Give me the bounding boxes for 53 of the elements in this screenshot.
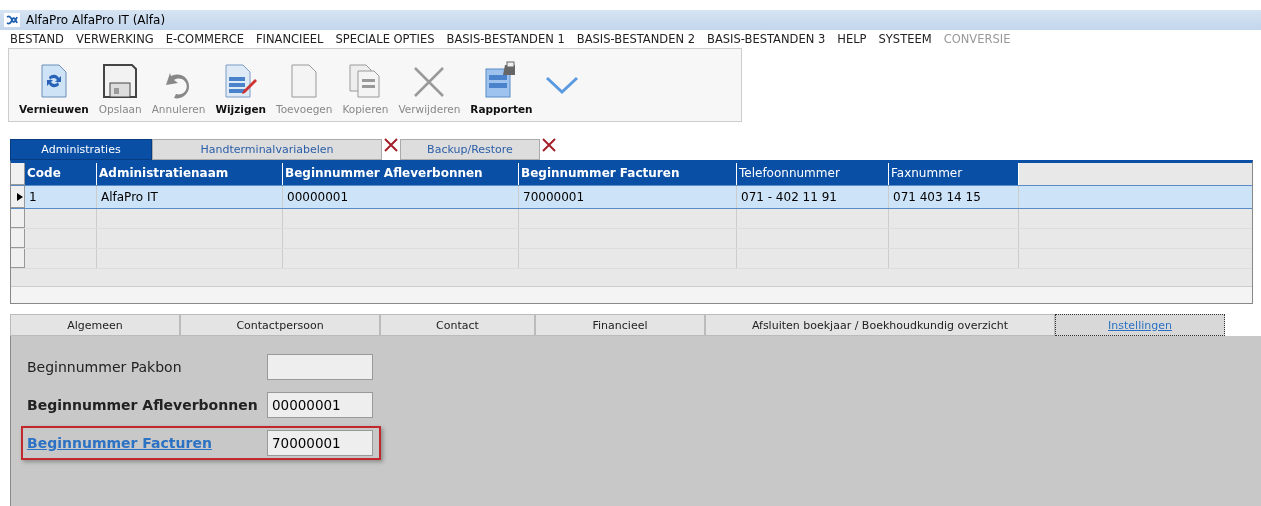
chevron-down-icon[interactable] bbox=[544, 75, 579, 95]
field-label: Beginnummer Afleverbonnen bbox=[27, 397, 259, 413]
menu-item[interactable]: VERWERKING bbox=[69, 32, 160, 46]
horizontal-scrollbar[interactable] bbox=[11, 286, 1252, 303]
column-header[interactable]: Beginnummer Afleverbonnen bbox=[283, 163, 519, 185]
blank-page-icon bbox=[289, 63, 320, 99]
menu-item[interactable]: FINANCIEEL bbox=[250, 32, 330, 46]
refresh-icon bbox=[38, 63, 69, 99]
table-cell: 071 403 14 15 bbox=[889, 186, 1019, 208]
input-field[interactable] bbox=[267, 354, 373, 380]
tab[interactable]: Afsluiten boekjaar / Boekhoudkundig overzicht bbox=[705, 314, 1055, 336]
row-header[interactable] bbox=[11, 186, 25, 208]
tab[interactable]: Algemeen bbox=[10, 314, 180, 336]
tab[interactable]: Instellingen bbox=[1055, 314, 1225, 336]
menu-item[interactable]: BASIS-BESTANDEN 3 bbox=[701, 32, 832, 46]
toolbar-button[interactable]: Vernieuwen bbox=[15, 57, 93, 121]
table-cell: 00000001 bbox=[283, 186, 519, 208]
input-field[interactable]: 00000001 bbox=[267, 392, 373, 418]
toolbar-button[interactable]: Rapporten bbox=[466, 57, 537, 121]
field-label: Beginnummer Pakbon bbox=[27, 359, 183, 375]
edit-document-icon bbox=[222, 63, 259, 99]
column-header[interactable]: Administratienaam bbox=[97, 163, 283, 185]
copy-pages-icon bbox=[348, 63, 383, 99]
tab[interactable]: Contactpersoon bbox=[180, 314, 380, 336]
tab[interactable]: Administraties bbox=[10, 139, 152, 160]
tab[interactable]: Contact bbox=[380, 314, 535, 336]
row-pointer-icon bbox=[17, 193, 23, 201]
tab[interactable]: Financieel bbox=[535, 314, 705, 336]
cross-icon bbox=[412, 65, 447, 99]
close-icon[interactable] bbox=[382, 136, 400, 154]
column-header[interactable]: Faxnummer bbox=[889, 163, 1019, 185]
table-cell: 071 - 402 11 91 bbox=[737, 186, 889, 208]
menu-item[interactable]: E-COMMERCE bbox=[159, 32, 250, 46]
menu-item[interactable]: SYSTEEM bbox=[872, 32, 938, 46]
window-title: AlfaPro AlfaPro IT (Alfa) bbox=[26, 13, 166, 27]
column-header[interactable]: Telefoonnummer bbox=[737, 163, 889, 185]
menu-item[interactable]: HELP bbox=[831, 32, 873, 46]
table-cell: 70000001 bbox=[519, 186, 737, 208]
menu-item[interactable]: BASIS-BESTANDEN 2 bbox=[570, 32, 702, 46]
input-field[interactable]: 70000001 bbox=[267, 430, 373, 456]
toolbar-button[interactable]: Wijzigen bbox=[211, 57, 270, 121]
menu-item[interactable]: BESTAND bbox=[4, 32, 70, 46]
tab[interactable]: Handterminalvariabelen bbox=[152, 139, 382, 160]
app-logo-icon bbox=[4, 13, 20, 27]
menu-item[interactable]: SPECIALE OPTIES bbox=[329, 32, 441, 46]
column-header[interactable]: Beginnummer Facturen bbox=[519, 163, 737, 185]
close-icon[interactable] bbox=[540, 136, 558, 154]
column-header[interactable]: Code bbox=[25, 163, 97, 185]
tab[interactable]: Backup/Restore bbox=[400, 139, 540, 160]
table-cell: AlfaPro IT bbox=[97, 186, 283, 208]
menu-item[interactable]: BASIS-BESTANDEN 1 bbox=[440, 32, 571, 46]
table-cell: 1 bbox=[25, 186, 97, 208]
table-row[interactable]: 1 AlfaPro IT 00000001 70000001 071 - 402 11 91 071 403 14 15 bbox=[11, 185, 1252, 209]
